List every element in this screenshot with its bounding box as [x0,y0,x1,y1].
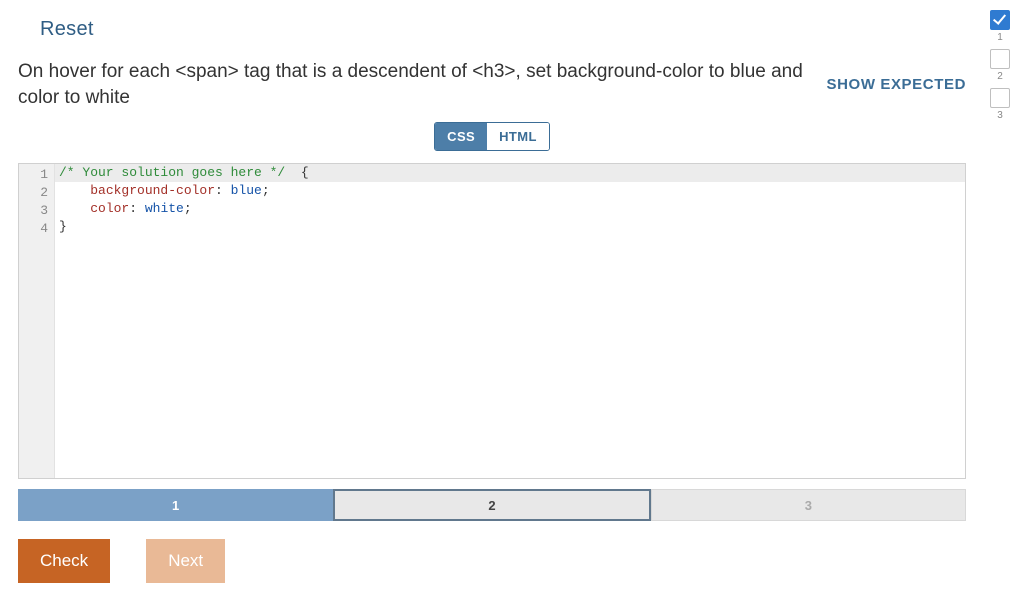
tab-css[interactable]: CSS [435,123,487,150]
tab-html[interactable]: HTML [487,123,549,150]
sidebar-num-2: 2 [997,71,1003,82]
sidebar-num-3: 3 [997,110,1003,121]
reset-link[interactable]: Reset [40,18,966,41]
show-expected-button[interactable]: SHOW EXPECTED [827,76,966,93]
progress-seg-1[interactable]: 1 [18,489,333,521]
sidebar-check-3[interactable] [990,88,1010,108]
sidebar-item-3[interactable]: 3 [990,88,1010,121]
code-line-3[interactable]: color: white; [55,200,965,218]
prompt-text: On hover for each <span> tag that is a d… [18,59,817,110]
code-line-4[interactable]: } [55,218,965,236]
progress-seg-3[interactable]: 3 [651,489,966,521]
sidebar-item-1[interactable]: 1 [990,10,1010,43]
editor-gutter: 1 2 3 4 [19,164,55,478]
sidebar-item-2[interactable]: 2 [990,49,1010,82]
progress-bar: 1 2 3 [18,489,966,521]
sidebar-check-1[interactable] [990,10,1010,30]
progress-seg-2[interactable]: 2 [333,489,650,521]
main-panel: Reset On hover for each <span> tag that … [0,0,984,601]
sidebar-check-2[interactable] [990,49,1010,69]
sidebar-num-1: 1 [997,32,1003,43]
code-line-2[interactable]: background-color: blue; [55,182,965,200]
code-area[interactable]: /* Your solution goes here */ { backgrou… [55,164,965,478]
question-sidebar: 1 2 3 [984,0,1024,601]
code-line-1[interactable]: /* Your solution goes here */ { [55,164,965,182]
code-editor[interactable]: 1 2 3 4 /* Your solution goes here */ { … [18,163,966,479]
code-tabs: CSS HTML [434,122,550,151]
